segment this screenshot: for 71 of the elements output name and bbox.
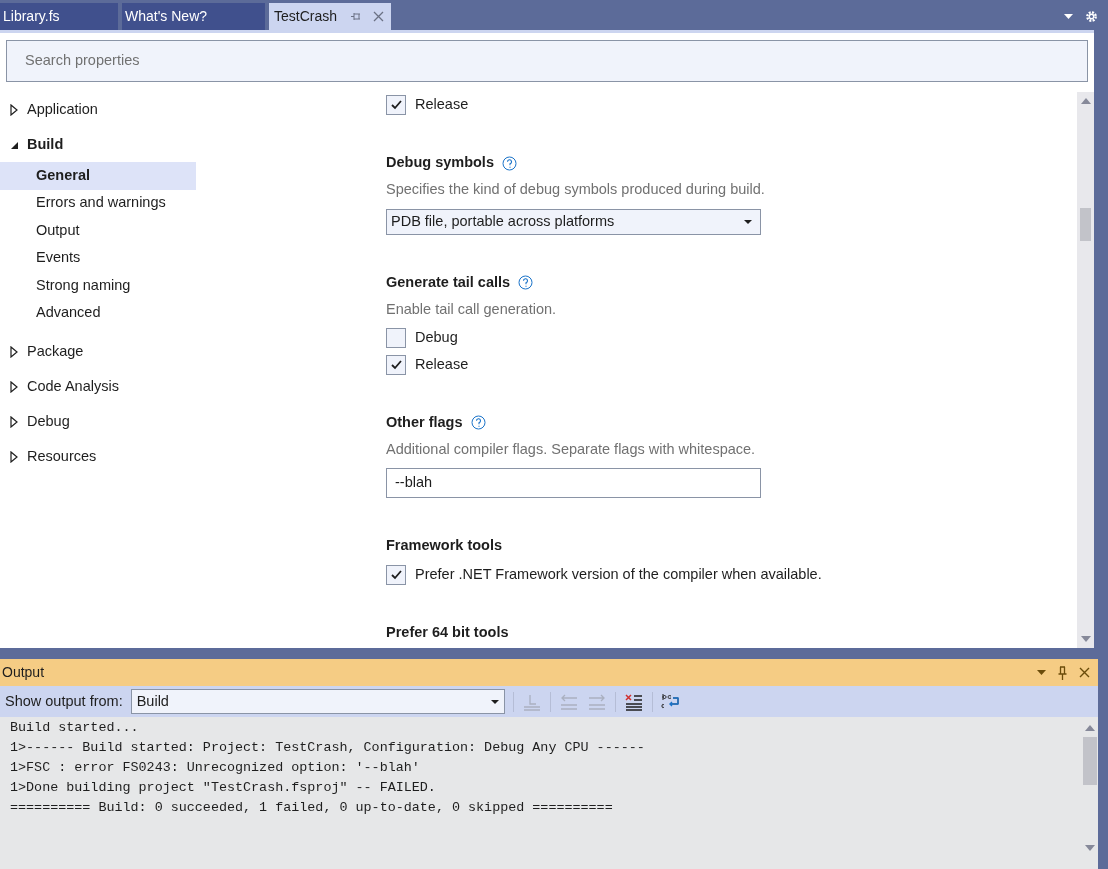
scroll-thumb[interactable] <box>1080 208 1091 241</box>
checkbox[interactable] <box>386 95 406 115</box>
checkmark-icon <box>390 359 402 370</box>
collapsed-arrow-icon[interactable] <box>9 450 19 463</box>
pin-icon[interactable] <box>350 11 361 22</box>
pin-icon[interactable] <box>1058 665 1067 680</box>
checkmark-icon <box>390 100 402 110</box>
sidebar-item[interactable]: Debug <box>0 404 196 439</box>
tab[interactable]: Library.fs <box>0 3 118 30</box>
sidebar-item[interactable]: Errors and warnings <box>0 189 196 217</box>
sidebar-item[interactable]: Build <box>0 127 196 162</box>
checkbox[interactable] <box>386 327 406 348</box>
tab[interactable]: TestCrash <box>269 3 391 30</box>
scroll-thumb[interactable] <box>1082 737 1097 785</box>
help-icon[interactable] <box>470 415 486 430</box>
scroll-up-icon[interactable] <box>1084 725 1095 731</box>
output-source-dropdown[interactable]: Build <box>130 689 505 714</box>
clear-all-icon[interactable] <box>623 692 644 711</box>
output-line: 1>Done building project "TestCrash.fsproj" -- FAILED. <box>10 779 437 797</box>
setting-title: Other flags <box>386 412 463 432</box>
search-field[interactable]: Search properties <box>6 40 1088 82</box>
sidebar-item[interactable]: Application <box>0 92 196 127</box>
dropdown-icon[interactable] <box>1037 670 1046 675</box>
setting-description: Specifies the kind of debug symbols produced during build. <box>386 180 766 199</box>
setting-title: Prefer 64 bit tools <box>386 623 509 643</box>
output-line: Build started... <box>10 719 140 737</box>
setting-title: Framework tools <box>386 536 503 556</box>
sidebar-item[interactable]: Events <box>0 244 196 272</box>
collapsed-arrow-icon[interactable] <box>9 345 19 358</box>
help-icon[interactable] <box>518 275 534 291</box>
scroll-up-icon[interactable] <box>1080 98 1091 104</box>
collapsed-arrow-icon[interactable] <box>9 380 19 393</box>
panel-title: Output <box>2 663 45 682</box>
sidebar-item[interactable]: Output <box>0 217 196 245</box>
setting-description: Additional compiler flags. Separate flags with whitespace. <box>386 439 757 459</box>
scroll-down-icon[interactable] <box>1084 845 1095 851</box>
setting-title: Generate tail calls <box>386 272 511 292</box>
collapsed-arrow-icon[interactable] <box>9 415 19 428</box>
checkbox-label: Release <box>415 95 469 115</box>
close-icon[interactable] <box>373 11 384 22</box>
tab[interactable]: What's New? <box>122 3 265 30</box>
source-label: Show output from: <box>5 691 123 711</box>
sidebar-item[interactable]: Code Analysis <box>0 369 196 404</box>
sidebar-item[interactable]: General <box>0 162 196 190</box>
sidebar-item[interactable]: Package <box>0 334 196 369</box>
input-field[interactable]: --blah <box>386 468 761 499</box>
caret-icon <box>744 219 752 224</box>
word-wrap-icon[interactable] <box>660 692 681 711</box>
checkbox-label: Release <box>415 354 469 374</box>
setting-title: Debug symbols <box>386 153 494 173</box>
close-icon[interactable] <box>1079 667 1090 678</box>
checkbox-label: Prefer .NET Framework version of the compiler when available. <box>415 565 822 585</box>
scrollbar[interactable] <box>1077 92 1094 648</box>
sidebar-item[interactable]: Strong naming <box>0 272 196 300</box>
checkbox-label: Debug <box>415 327 458 347</box>
scroll-down-icon[interactable] <box>1080 636 1091 642</box>
sidebar-item[interactable]: Advanced <box>0 299 196 327</box>
dropdown-icon[interactable] <box>1064 14 1073 19</box>
settings-icon[interactable] <box>1085 10 1098 23</box>
sidebar-item[interactable]: Resources <box>0 439 196 474</box>
dropdown[interactable]: PDB file, portable across platforms <box>386 208 761 235</box>
output-line: 1>FSC : error FS0243: Unrecognized option: '--blah' <box>10 759 421 777</box>
checkbox[interactable] <box>386 354 406 375</box>
help-icon[interactable] <box>501 155 517 171</box>
output-line: ========== Build: 0 succeeded, 1 failed, 0 up-to-date, 0 skipped ========== <box>10 799 614 817</box>
collapsed-arrow-icon[interactable] <box>9 103 19 116</box>
setting-description: Enable tail call generation. <box>386 299 558 319</box>
caret-icon <box>490 699 499 704</box>
checkbox[interactable] <box>386 565 406 586</box>
checkmark-icon <box>390 570 402 581</box>
output-line: 1>------ Build started: Project: TestCrash, Configuration: Debug Any CPU ------ <box>10 739 646 757</box>
